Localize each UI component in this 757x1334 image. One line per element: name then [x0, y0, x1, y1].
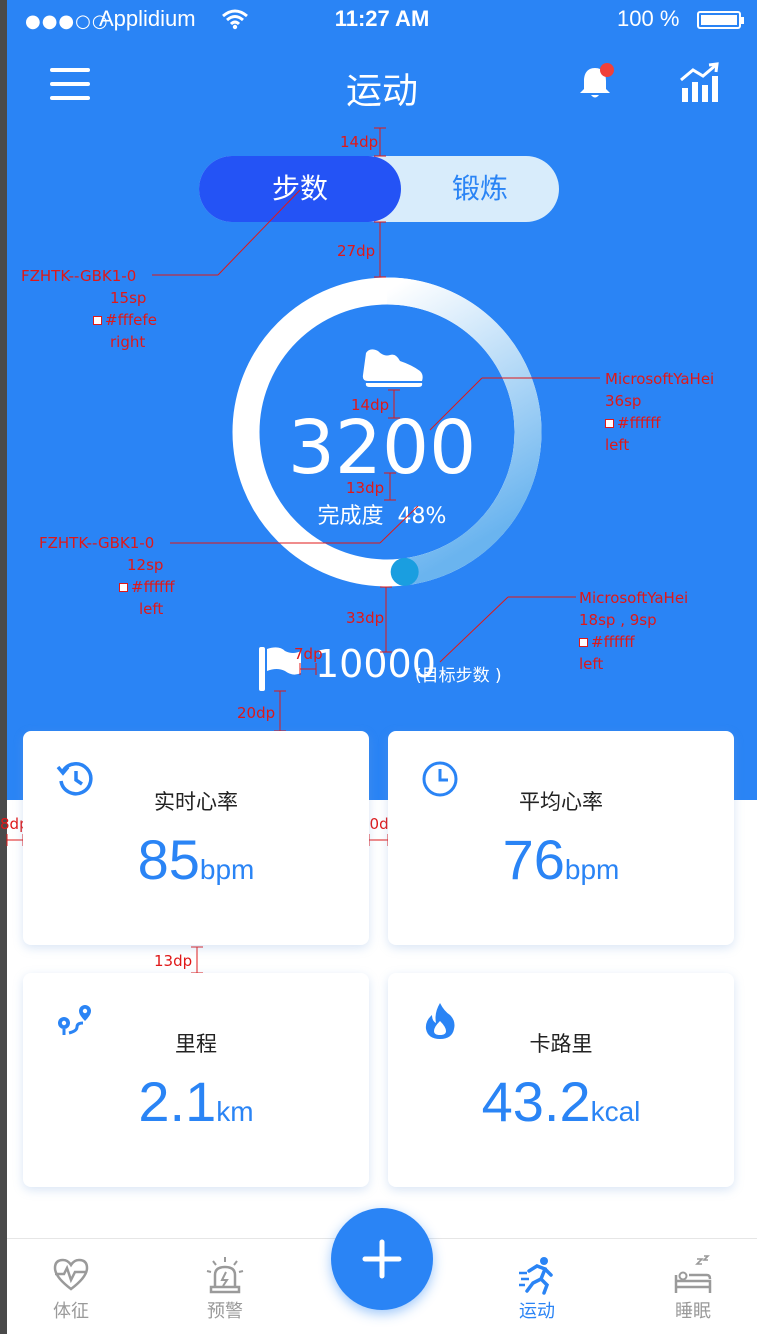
card-average-heart-rate[interactable]: 平均心率 76bpm	[388, 731, 734, 945]
shoe-icon	[362, 349, 423, 387]
card-unit: kcal	[590, 1096, 641, 1127]
plus-icon	[362, 1239, 402, 1279]
battery-percent: 100 %	[617, 6, 680, 31]
tab-label: 睡眠	[675, 1301, 711, 1322]
completion-label: 完成度	[317, 504, 384, 529]
alarm-icon	[206, 1257, 244, 1294]
card-number: 76	[502, 828, 565, 891]
dim-label: 33dp	[346, 609, 385, 627]
progress-knob	[390, 557, 419, 586]
dim-label: 20dp	[237, 704, 276, 722]
dim-label: 7dp	[294, 645, 323, 663]
card-unit: bpm	[564, 854, 620, 885]
card-calories[interactable]: 卡路里 43.2kcal	[388, 973, 734, 1187]
tab-label: 运动	[519, 1301, 555, 1322]
tab-alerts[interactable]: 预警	[165, 1239, 285, 1334]
card-number: 85	[137, 828, 200, 891]
page-title: 运动	[345, 71, 418, 112]
annotation-segment-font: FZHTK--GBK1-0 15sp #fffefe right	[21, 267, 157, 351]
card-value: 85bpm	[23, 827, 369, 892]
tab-exercise[interactable]: 锻炼	[401, 156, 559, 222]
annotation-steps-font: MicrosoftYaHei 36sp #ffffff left	[605, 370, 715, 454]
annotation-completion-font: FZHTK--GBK1-0 12sp #ffffff left	[39, 534, 175, 618]
notification-dot	[600, 63, 614, 77]
card-title: 实时心率	[154, 790, 238, 814]
battery-icon	[697, 11, 744, 29]
sleep-icon	[674, 1255, 712, 1293]
completion-value: 48%	[397, 504, 447, 529]
card-distance[interactable]: 里程 2.1km	[23, 973, 369, 1187]
card-realtime-heart-rate[interactable]: 实时心率 85bpm	[23, 731, 369, 945]
dim-label: 27dp	[337, 242, 376, 260]
heart-pulse-icon	[53, 1258, 89, 1291]
card-unit: km	[216, 1096, 254, 1127]
card-value: 2.1km	[23, 1069, 369, 1134]
tab-label: 预警	[207, 1301, 243, 1322]
dim-label: 13dp	[346, 479, 385, 497]
tab-vital-signs[interactable]: 体征	[11, 1239, 131, 1334]
card-number: 43.2	[481, 1070, 591, 1133]
bell-icon[interactable]	[575, 60, 619, 104]
status-bar: ●●●○○ Applidium 11:27 AM 100 %	[7, 0, 757, 40]
left-edge-strip	[0, 0, 7, 1334]
card-title: 卡路里	[529, 1032, 593, 1056]
add-button[interactable]	[331, 1208, 433, 1310]
dim-label: 14dp	[351, 396, 390, 414]
card-value: 43.2kcal	[388, 1069, 734, 1134]
tab-steps[interactable]: 步数	[199, 156, 401, 222]
card-title: 里程	[175, 1032, 217, 1056]
stats-icon[interactable]	[678, 62, 722, 104]
tab-label: 体征	[53, 1301, 89, 1322]
steps-exercise-toggle: 步数 锻炼	[199, 156, 559, 222]
card-value: 76bpm	[388, 827, 734, 892]
card-number: 2.1	[138, 1070, 217, 1133]
annotation-goal-font: MicrosoftYaHei 18sp , 9sp #ffffff left	[579, 589, 689, 673]
dim-label: 13dp	[154, 952, 193, 970]
tab-exercise-active[interactable]: 运动	[477, 1239, 597, 1334]
runner-icon	[519, 1257, 553, 1295]
card-title: 平均心率	[519, 790, 603, 814]
card-unit: bpm	[199, 854, 255, 885]
dim-label: 14dp	[340, 133, 379, 151]
completion-text: 完成度 48%	[7, 498, 757, 530]
goal-steps-label: (目标步数 )	[415, 666, 502, 686]
tab-sleep[interactable]: 睡眠	[633, 1239, 753, 1334]
